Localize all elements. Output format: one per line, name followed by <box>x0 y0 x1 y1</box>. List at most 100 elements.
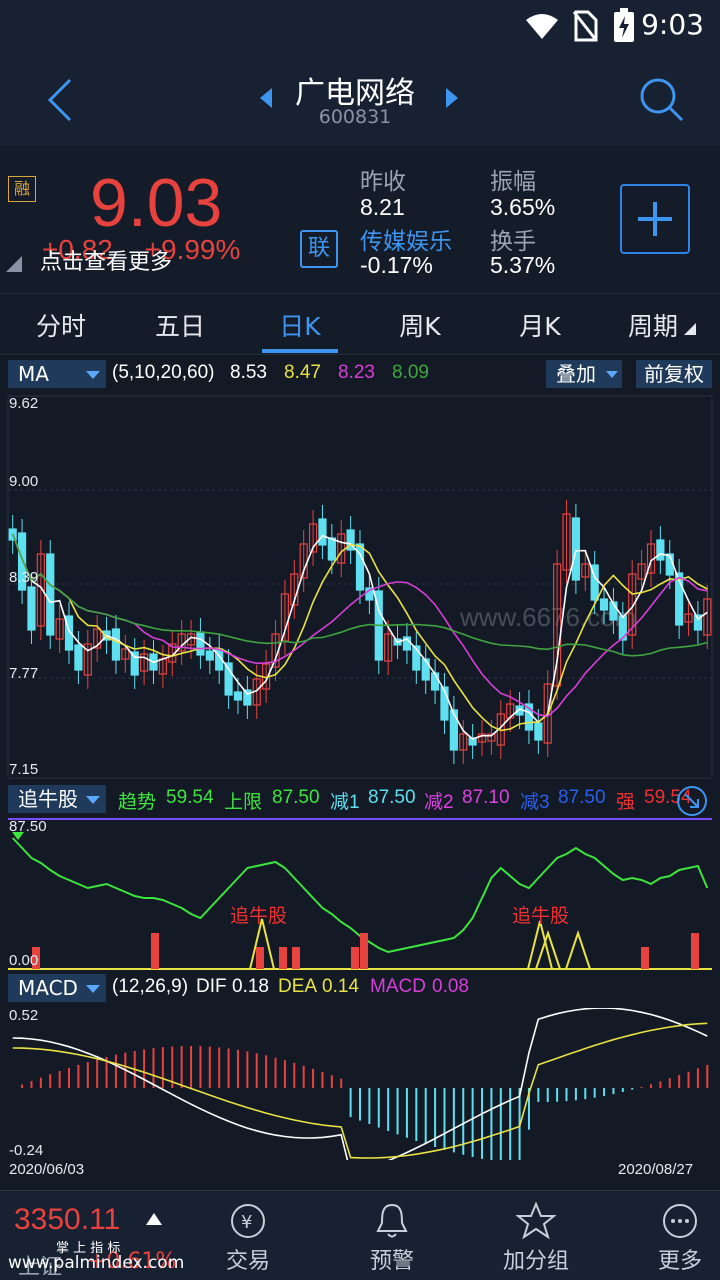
search-icon[interactable] <box>638 76 684 122</box>
overlay-dropdown-icon <box>606 371 618 378</box>
add-watchlist-button[interactable] <box>620 184 690 254</box>
macd-dropdown-icon <box>86 985 100 993</box>
ma-selector-label: MA <box>18 362 49 386</box>
j3-label: 减3 <box>520 792 550 813</box>
price-axis-bottom: 7.15 <box>9 761 39 778</box>
strong-bar <box>641 947 649 969</box>
j1-label: 减1 <box>330 792 360 813</box>
index-ticker[interactable]: 3350.11 上证 +0.61% 掌 上 指 标 www.palmindex.… <box>0 1191 184 1280</box>
trade-icon: ¥ <box>231 1204 265 1238</box>
dif-label: DIF <box>196 976 227 997</box>
bell-icon <box>376 1203 408 1238</box>
bull-signal-peak <box>565 929 591 970</box>
price-axis-3: 8.39 <box>9 569 39 586</box>
bull-selector[interactable]: 追牛股 <box>8 785 106 813</box>
candle-body <box>111 628 121 661</box>
trend-value: 59.54 <box>166 787 214 808</box>
strong-bar <box>360 933 368 969</box>
more-icon <box>663 1204 697 1238</box>
nav-more[interactable]: 更多 <box>608 1191 720 1280</box>
upper-label: 上限 <box>224 792 263 813</box>
nav-trade[interactable]: ¥ 交易 <box>176 1191 320 1280</box>
candle-body <box>656 539 665 561</box>
bull-axis-top: 87.50 <box>9 818 47 835</box>
prev-close-label: 昨收 <box>360 169 406 195</box>
nav-alert[interactable]: 预警 <box>320 1191 464 1280</box>
ma5-value: 8.53 <box>230 362 267 383</box>
turnover-value: 5.37% <box>490 252 556 278</box>
ma-indicator-bar: MA (5,10,20,60) 8.53 8.47 8.23 8.09 叠加 前… <box>0 358 720 392</box>
link-badge[interactable]: 联 <box>300 230 338 268</box>
macd-axis-bottom: -0.24 <box>9 1142 44 1159</box>
battery-charging-icon <box>614 8 634 42</box>
kline-chart[interactable]: www.6676.com <box>0 394 720 780</box>
status-bar: 9:03 <box>0 0 720 52</box>
period-tabs: 分时 五日 日K 周K 月K 周期 <box>0 295 720 355</box>
ma-params: (5,10,20,60) <box>112 362 215 383</box>
candle-body <box>571 517 580 581</box>
macd-selector[interactable]: MACD <box>8 974 106 1002</box>
stock-code: 600831 <box>318 106 392 128</box>
ma20-value: 8.23 <box>338 362 375 383</box>
nav-trade-label: 交易 <box>225 1249 270 1274</box>
j3-value: 87.50 <box>558 787 606 808</box>
macd-chart[interactable] <box>0 1008 720 1160</box>
bull-marker-1: 追牛股 <box>230 905 287 927</box>
tab-daily-k[interactable]: 日K <box>245 307 355 343</box>
tab-monthly-k[interactable]: 月K <box>485 307 595 343</box>
overlay-selector[interactable]: 叠加 <box>546 360 622 388</box>
dif-value: 0.18 <box>232 976 269 997</box>
stock-header: 广电网络 600831 <box>0 52 720 146</box>
tab-weekly-k[interactable]: 周K <box>365 307 475 343</box>
candle-body <box>449 709 458 751</box>
brand-url: www.palmindex.com <box>8 1253 185 1273</box>
amplitude-value: 3.65% <box>490 194 556 220</box>
bull-axis-bottom: 0.00 <box>9 952 39 969</box>
bull-chart[interactable]: 追牛股 追牛股 <box>0 818 720 972</box>
macd-value: 0.08 <box>432 976 469 997</box>
macd-params: (12,26,9) <box>112 976 189 997</box>
candle-body <box>27 586 36 631</box>
nav-alert-label: 预警 <box>369 1249 414 1274</box>
bull-marker-2: 追牛股 <box>512 905 569 927</box>
j1-value: 87.50 <box>368 787 416 808</box>
nav-add-group[interactable]: 加分组 <box>464 1191 608 1280</box>
tab-five-day[interactable]: 五日 <box>125 307 235 343</box>
bull-indicator-bar: 追牛股 趋势 59.54 上限 87.50 减1 87.50 减2 87.10 … <box>0 783 720 817</box>
date-end: 2020/08/27 <box>618 1161 694 1178</box>
bull-selector-label: 追牛股 <box>18 787 78 811</box>
corner-expand-icon <box>6 256 22 272</box>
candle-body <box>534 722 543 741</box>
candle-body <box>327 537 336 561</box>
nav-more-label: 更多 <box>657 1249 702 1274</box>
no-sim-icon <box>572 10 598 42</box>
candle-body <box>196 631 205 656</box>
quote-panel[interactable]: 融 9.03 +0.82 +9.99% 点击查看更多 联 昨收 8.21 传媒娱… <box>0 146 720 294</box>
sector-change: -0.17% <box>360 252 433 278</box>
strong-bar <box>351 947 359 969</box>
tab-intraday[interactable]: 分时 <box>6 307 116 343</box>
macd-selector-label: MACD <box>18 976 78 1000</box>
bull-dropdown-icon <box>86 796 100 804</box>
more-hint[interactable]: 点击查看更多 <box>40 244 172 276</box>
turnover-label: 换手 <box>490 229 536 255</box>
strong-bar <box>151 933 159 969</box>
sector-label[interactable]: 传媒娱乐 <box>360 222 452 256</box>
adjust-button[interactable]: 前复权 <box>636 360 712 388</box>
date-start: 2020/06/03 <box>9 1161 85 1178</box>
active-tab-indicator <box>262 349 338 353</box>
macd-axis-top: 0.52 <box>9 1007 39 1024</box>
candle-body <box>233 691 243 701</box>
dea-label: DEA <box>278 976 318 997</box>
app-root: { "status_bar": { "time": "9:03" }, "hea… <box>0 0 720 1280</box>
plus-icon <box>638 202 672 236</box>
ma-selector[interactable]: MA <box>8 360 106 388</box>
collapse-panel-icon[interactable] <box>676 785 708 817</box>
index-value: 3350.11 <box>14 1203 121 1236</box>
j2-value: 87.10 <box>462 787 510 808</box>
price-axis-4: 7.77 <box>9 665 39 682</box>
next-stock-icon[interactable] <box>444 88 460 108</box>
upper-value: 87.50 <box>272 787 320 808</box>
margin-badge: 融 <box>8 176 36 202</box>
candle-body <box>243 689 252 706</box>
